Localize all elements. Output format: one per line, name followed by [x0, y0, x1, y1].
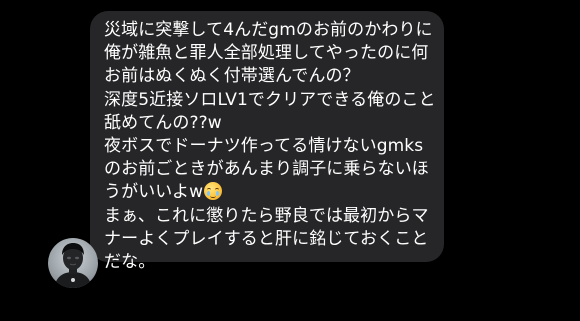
message-line: 深度5近接ソロLV1でクリアできる俺のこと — [104, 89, 436, 110]
message-line: お前はぬくぬく付帯選んでんの？ — [104, 66, 360, 87]
chat-screen: 災域に突撃して4んだgmのお前のかわりに 俺が雑魚と罪人全部処理してやったのに何… — [0, 0, 580, 321]
message-line: 俺が雑魚と罪人全部処理してやったのに何 — [104, 43, 429, 64]
user-avatar-icon[interactable] — [48, 238, 98, 288]
message-line: のお前ごときがあんまり調子に乗らないほ — [104, 159, 429, 180]
message-line: うがいいよw — [104, 182, 204, 203]
message-line: まぁ、これに懲りたら野良では最初からマ — [104, 205, 429, 226]
message-line: 災域に突撃して4んだgmのお前のかわりに — [104, 20, 433, 40]
avatar-figure-icon — [54, 243, 92, 288]
message-line: ナーよくプレイすると肝に銘じておくこと — [104, 228, 429, 249]
pleading-face-icon — [204, 182, 223, 201]
message-line-with-emoji: うがいいよw — [104, 181, 434, 204]
message-bubble[interactable]: 災域に突撃して4んだgmのお前のかわりに 俺が雑魚と罪人全部処理してやったのに何… — [90, 11, 444, 272]
message-line: 舐めてんの??w — [104, 112, 222, 133]
message-line: 夜ボスでドーナツ作ってる情けないgmks — [104, 136, 424, 157]
message-line: だな。 — [104, 252, 156, 273]
